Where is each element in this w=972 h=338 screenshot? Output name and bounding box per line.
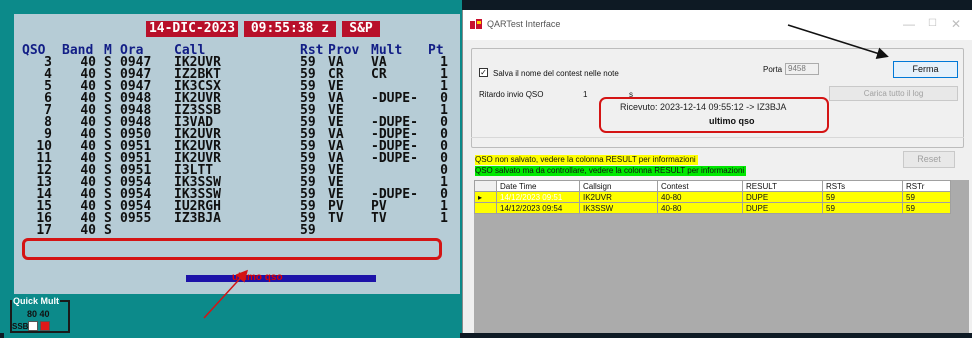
quick-mult-title: Quick Mult (12, 296, 61, 306)
cell-mult[interactable]: CR (371, 68, 387, 81)
cell-rst[interactable]: 59 (300, 224, 316, 237)
cell-mult[interactable]: -DUPE- (371, 92, 418, 105)
received-status: Ricevuto: 2023-12-14 09:55:12 -> IZ3BJA (620, 102, 787, 112)
table-row[interactable]: 14/12/2023 09:54 IK3SSW 40-80 DUPE 59 59 (474, 202, 951, 214)
divider (471, 137, 964, 138)
header-mode: S&P (342, 21, 380, 37)
col-result[interactable]: RESULT (742, 180, 823, 192)
cell-contest[interactable]: 40-80 (657, 191, 743, 203)
cell-rstr[interactable]: 59 (902, 202, 951, 214)
qso-grid[interactable]: QSO Band M Ora Call Rst Prov Mult Pt 3 40… (14, 44, 460, 237)
close-icon[interactable]: ✕ (951, 17, 961, 31)
table-row[interactable]: ▸ 14/12/2023 09:51 IK2UVR 40-80 DUPE 59 … (474, 191, 951, 203)
cell-result[interactable]: DUPE (742, 202, 823, 214)
maximize-icon[interactable]: ☐ (928, 18, 937, 29)
save-contest-checkbox[interactable]: ✓ (479, 68, 488, 77)
quick-mult-mode: SSB (12, 322, 29, 331)
cell-band[interactable]: 40 (62, 224, 96, 237)
porta-input[interactable]: 9458 (785, 63, 819, 75)
cell-contest[interactable]: 40-80 (657, 202, 743, 214)
current-row-indicator-icon: ▸ (474, 191, 497, 203)
cell-date-time[interactable]: 14/12/2023 09:51 (496, 191, 580, 203)
results-grid[interactable]: Date Time Callsign Contest RESULT RSTs R… (474, 180, 951, 214)
cell-date-time[interactable]: 14/12/2023 09:54 (496, 202, 580, 214)
logger-bottom-panel (14, 294, 460, 333)
cell-mult[interactable]: -DUPE- (371, 152, 418, 165)
header-time: 09:55:38 z (244, 21, 336, 37)
quick-mult-cell-40[interactable] (40, 321, 50, 331)
qso-row[interactable]: 17 40 S 59 (14, 224, 460, 237)
header-date: 14-DIC-2023 (146, 21, 238, 37)
minimize-icon[interactable]: — (903, 17, 915, 31)
window-title: QARTest Interface (487, 19, 561, 29)
legend-saved-check: QSO salvato ma da controllare, vedere la… (475, 166, 747, 176)
cell-prov[interactable]: TV (328, 212, 344, 225)
app-logo-icon (470, 19, 482, 29)
porta-label: Porta (763, 65, 783, 74)
quick-mult-cell-80[interactable] (28, 321, 38, 331)
cell-qso[interactable]: 17 (22, 224, 52, 237)
cell-result[interactable]: DUPE (742, 191, 823, 203)
stop-button[interactable]: Ferma (893, 61, 958, 78)
cell-callsign[interactable]: IK3SSW (579, 202, 658, 214)
delay-label: Ritardo invio QSO (479, 90, 544, 99)
cell-rstr[interactable]: 59 (902, 191, 951, 203)
cell-points[interactable]: 1 (426, 212, 448, 225)
title-bar[interactable]: QARTest Interface — ☐ ✕ (463, 10, 972, 40)
cell-mode[interactable]: S (104, 224, 112, 237)
cell-time[interactable]: 0955 (120, 212, 151, 225)
row-header-corner (474, 180, 497, 192)
logger-window: 14-DIC-2023 09:55:38 z S&P QSO Band M Or… (0, 0, 462, 338)
annotation-last-qso-right: ultimo qso (709, 116, 755, 126)
row-header (474, 202, 497, 214)
quick-mult-bands: 80 40 (27, 309, 50, 319)
col-date-time[interactable]: Date Time (496, 180, 580, 192)
col-rsts[interactable]: RSTs (822, 180, 903, 192)
col-rstr[interactable]: RSTr (902, 180, 951, 192)
annotation-last-qso-left: ultimo qso (232, 272, 283, 283)
col-callsign[interactable]: Callsign (579, 180, 658, 192)
cell-call[interactable]: IZ3BJA (174, 212, 221, 225)
qartest-window: QARTest Interface — ☐ ✕ ✓ Salva il nome … (462, 10, 972, 333)
save-contest-label: Salva il nome del contest nelle note (493, 69, 619, 78)
results-grid-header: Date Time Callsign Contest RESULT RSTs R… (474, 180, 951, 192)
legend-not-saved: QSO non salvato, vedere la colonna RESUL… (475, 155, 698, 165)
cell-rsts[interactable]: 59 (822, 191, 903, 203)
delay-value[interactable]: 1 (583, 90, 587, 99)
cell-callsign[interactable]: IK2UVR (579, 191, 658, 203)
cell-mult[interactable]: TV (371, 212, 387, 225)
load-log-button[interactable]: Carica tutto il log (829, 86, 958, 101)
cell-rsts[interactable]: 59 (822, 202, 903, 214)
highlight-box-left (22, 238, 442, 260)
col-contest[interactable]: Contest (657, 180, 743, 192)
reset-button[interactable]: Reset (903, 151, 955, 168)
